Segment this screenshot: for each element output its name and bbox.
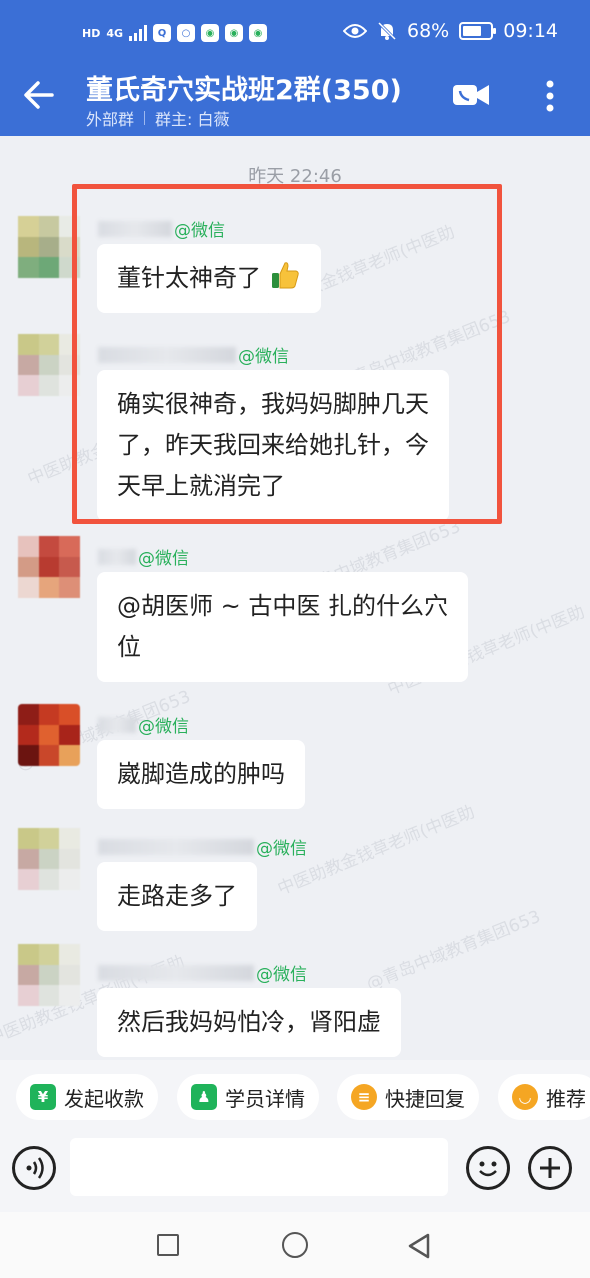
message-text: 走路走多了: [117, 882, 237, 910]
mobile-app-icon: ◉: [249, 24, 268, 42]
quick-action-bar: ¥ 发起收款 ♟ 学员详情 ≡ 快捷回复 ◡ 推荐: [0, 1060, 590, 1138]
hd-indicator: HD: [82, 26, 101, 40]
mobile-app-icon: ◉: [201, 24, 220, 42]
battery-icon: [459, 22, 497, 40]
recommend-icon: ◡: [512, 1084, 538, 1110]
quick-reply-button[interactable]: ≡ 快捷回复: [337, 1074, 479, 1120]
message-text: 位: [117, 633, 141, 661]
watermark: @青岛中域教育集团653: [363, 906, 544, 995]
eye-icon: [343, 24, 367, 38]
mute-bell-icon: [377, 21, 397, 41]
plus-icon[interactable]: [528, 1146, 572, 1190]
quick-reply-icon: ≡: [351, 1084, 377, 1110]
battery-percent: 68%: [407, 20, 450, 42]
sender-name: @微信: [98, 712, 189, 737]
home-icon[interactable]: [282, 1232, 308, 1258]
message-composer: [0, 1138, 590, 1212]
mobile-app-icon: ◉: [225, 24, 244, 42]
message-bubble[interactable]: @胡医师 ~ 古中医 扎的什么穴 位: [97, 572, 468, 682]
start-payment-button[interactable]: ¥ 发起收款: [16, 1074, 158, 1120]
message-bubble[interactable]: 然后我妈妈怕冷，肾阳虚: [97, 988, 401, 1057]
app-header: HD 4G Q ○ ◉ ◉ ◉ 68% 09:14 董氏奇穴实战班2群(350)…: [0, 0, 590, 136]
emoji-icon[interactable]: [466, 1146, 510, 1190]
system-nav-bar: [0, 1212, 590, 1278]
button-label: 推荐: [546, 1086, 586, 1111]
payment-icon: ¥: [30, 1084, 56, 1110]
source-tag: @微信: [138, 549, 189, 569]
message-text: 然后我妈妈怕冷，肾阳虚: [117, 1008, 381, 1036]
button-label: 学员详情: [225, 1086, 305, 1111]
back-arrow-icon[interactable]: [22, 78, 56, 112]
recent-apps-icon[interactable]: [157, 1234, 179, 1256]
message-text: @胡医师 ~ 古中医 扎的什么穴: [117, 592, 448, 620]
highlight-frame: [72, 184, 502, 524]
sender-name: @微信: [98, 544, 189, 569]
page-title: 董氏奇穴实战班2群(350): [86, 75, 402, 106]
message-input[interactable]: [70, 1138, 448, 1196]
source-tag: @微信: [256, 839, 307, 859]
back-icon[interactable]: [406, 1232, 432, 1260]
recommend-button[interactable]: ◡ 推荐: [498, 1074, 590, 1120]
group-tag: 外部群: [86, 110, 135, 129]
group-info: 外部群 群主: 白薇: [86, 106, 230, 130]
source-tag: @微信: [138, 717, 189, 737]
chat-area[interactable]: 昨天 22:46 中医助教金钱草老师(中医助 @青岛中域教育集团653 中医助教…: [0, 136, 590, 1060]
avatar[interactable]: [18, 334, 80, 396]
group-owner: 群主: 白薇: [155, 110, 230, 129]
message-bubble[interactable]: 崴脚造成的肿吗: [97, 740, 305, 809]
sender-name: @微信: [98, 960, 307, 985]
message-bubble[interactable]: 走路走多了: [97, 862, 257, 931]
status-bar: HD 4G Q ○ ◉ ◉ ◉ 68% 09:14: [0, 14, 590, 54]
student-details-button[interactable]: ♟ 学员详情: [177, 1074, 319, 1120]
button-label: 快捷回复: [385, 1086, 465, 1111]
network-indicator: 4G: [106, 26, 124, 40]
search-app-icon: Q: [153, 24, 172, 42]
message-text: 崴脚造成的肿吗: [117, 760, 285, 788]
student-icon: ♟: [191, 1084, 217, 1110]
avatar[interactable]: [18, 704, 80, 766]
avatar[interactable]: [18, 944, 80, 1006]
bulb-app-icon: ○: [177, 24, 196, 42]
avatar[interactable]: [18, 828, 80, 890]
voice-icon[interactable]: [12, 1146, 56, 1190]
divider: [144, 111, 146, 125]
video-call-icon[interactable]: [452, 80, 490, 110]
more-vertical-icon[interactable]: [540, 76, 560, 116]
sender-name: @微信: [98, 834, 307, 859]
button-label: 发起收款: [64, 1086, 144, 1111]
source-tag: @微信: [256, 965, 307, 985]
signal-icon: [129, 25, 148, 41]
avatar[interactable]: [18, 216, 80, 278]
avatar[interactable]: [18, 536, 80, 598]
clock: 09:14: [503, 20, 558, 42]
